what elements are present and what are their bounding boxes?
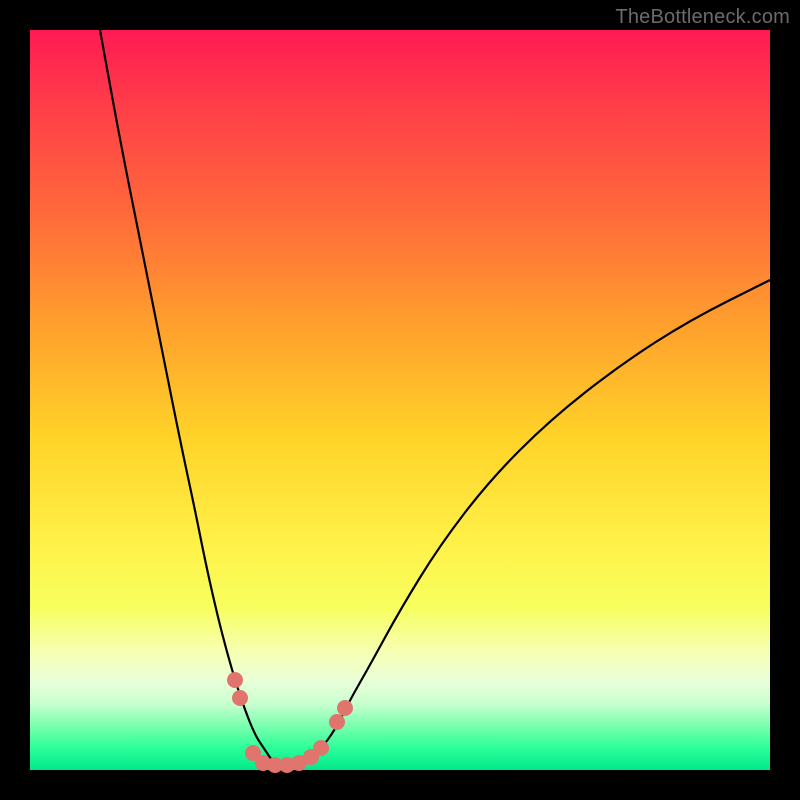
watermark-text: TheBottleneck.com bbox=[615, 6, 790, 29]
chart-frame: TheBottleneck.com bbox=[0, 0, 800, 800]
data-point-marker bbox=[232, 690, 248, 706]
bottleneck-chart-svg bbox=[30, 30, 770, 770]
data-point-marker bbox=[329, 714, 345, 730]
data-point-marker bbox=[337, 700, 353, 716]
marker-group bbox=[227, 672, 353, 773]
data-point-marker bbox=[313, 740, 329, 756]
data-point-marker bbox=[227, 672, 243, 688]
plot-area bbox=[30, 30, 770, 770]
bottleneck-curve bbox=[100, 30, 770, 765]
